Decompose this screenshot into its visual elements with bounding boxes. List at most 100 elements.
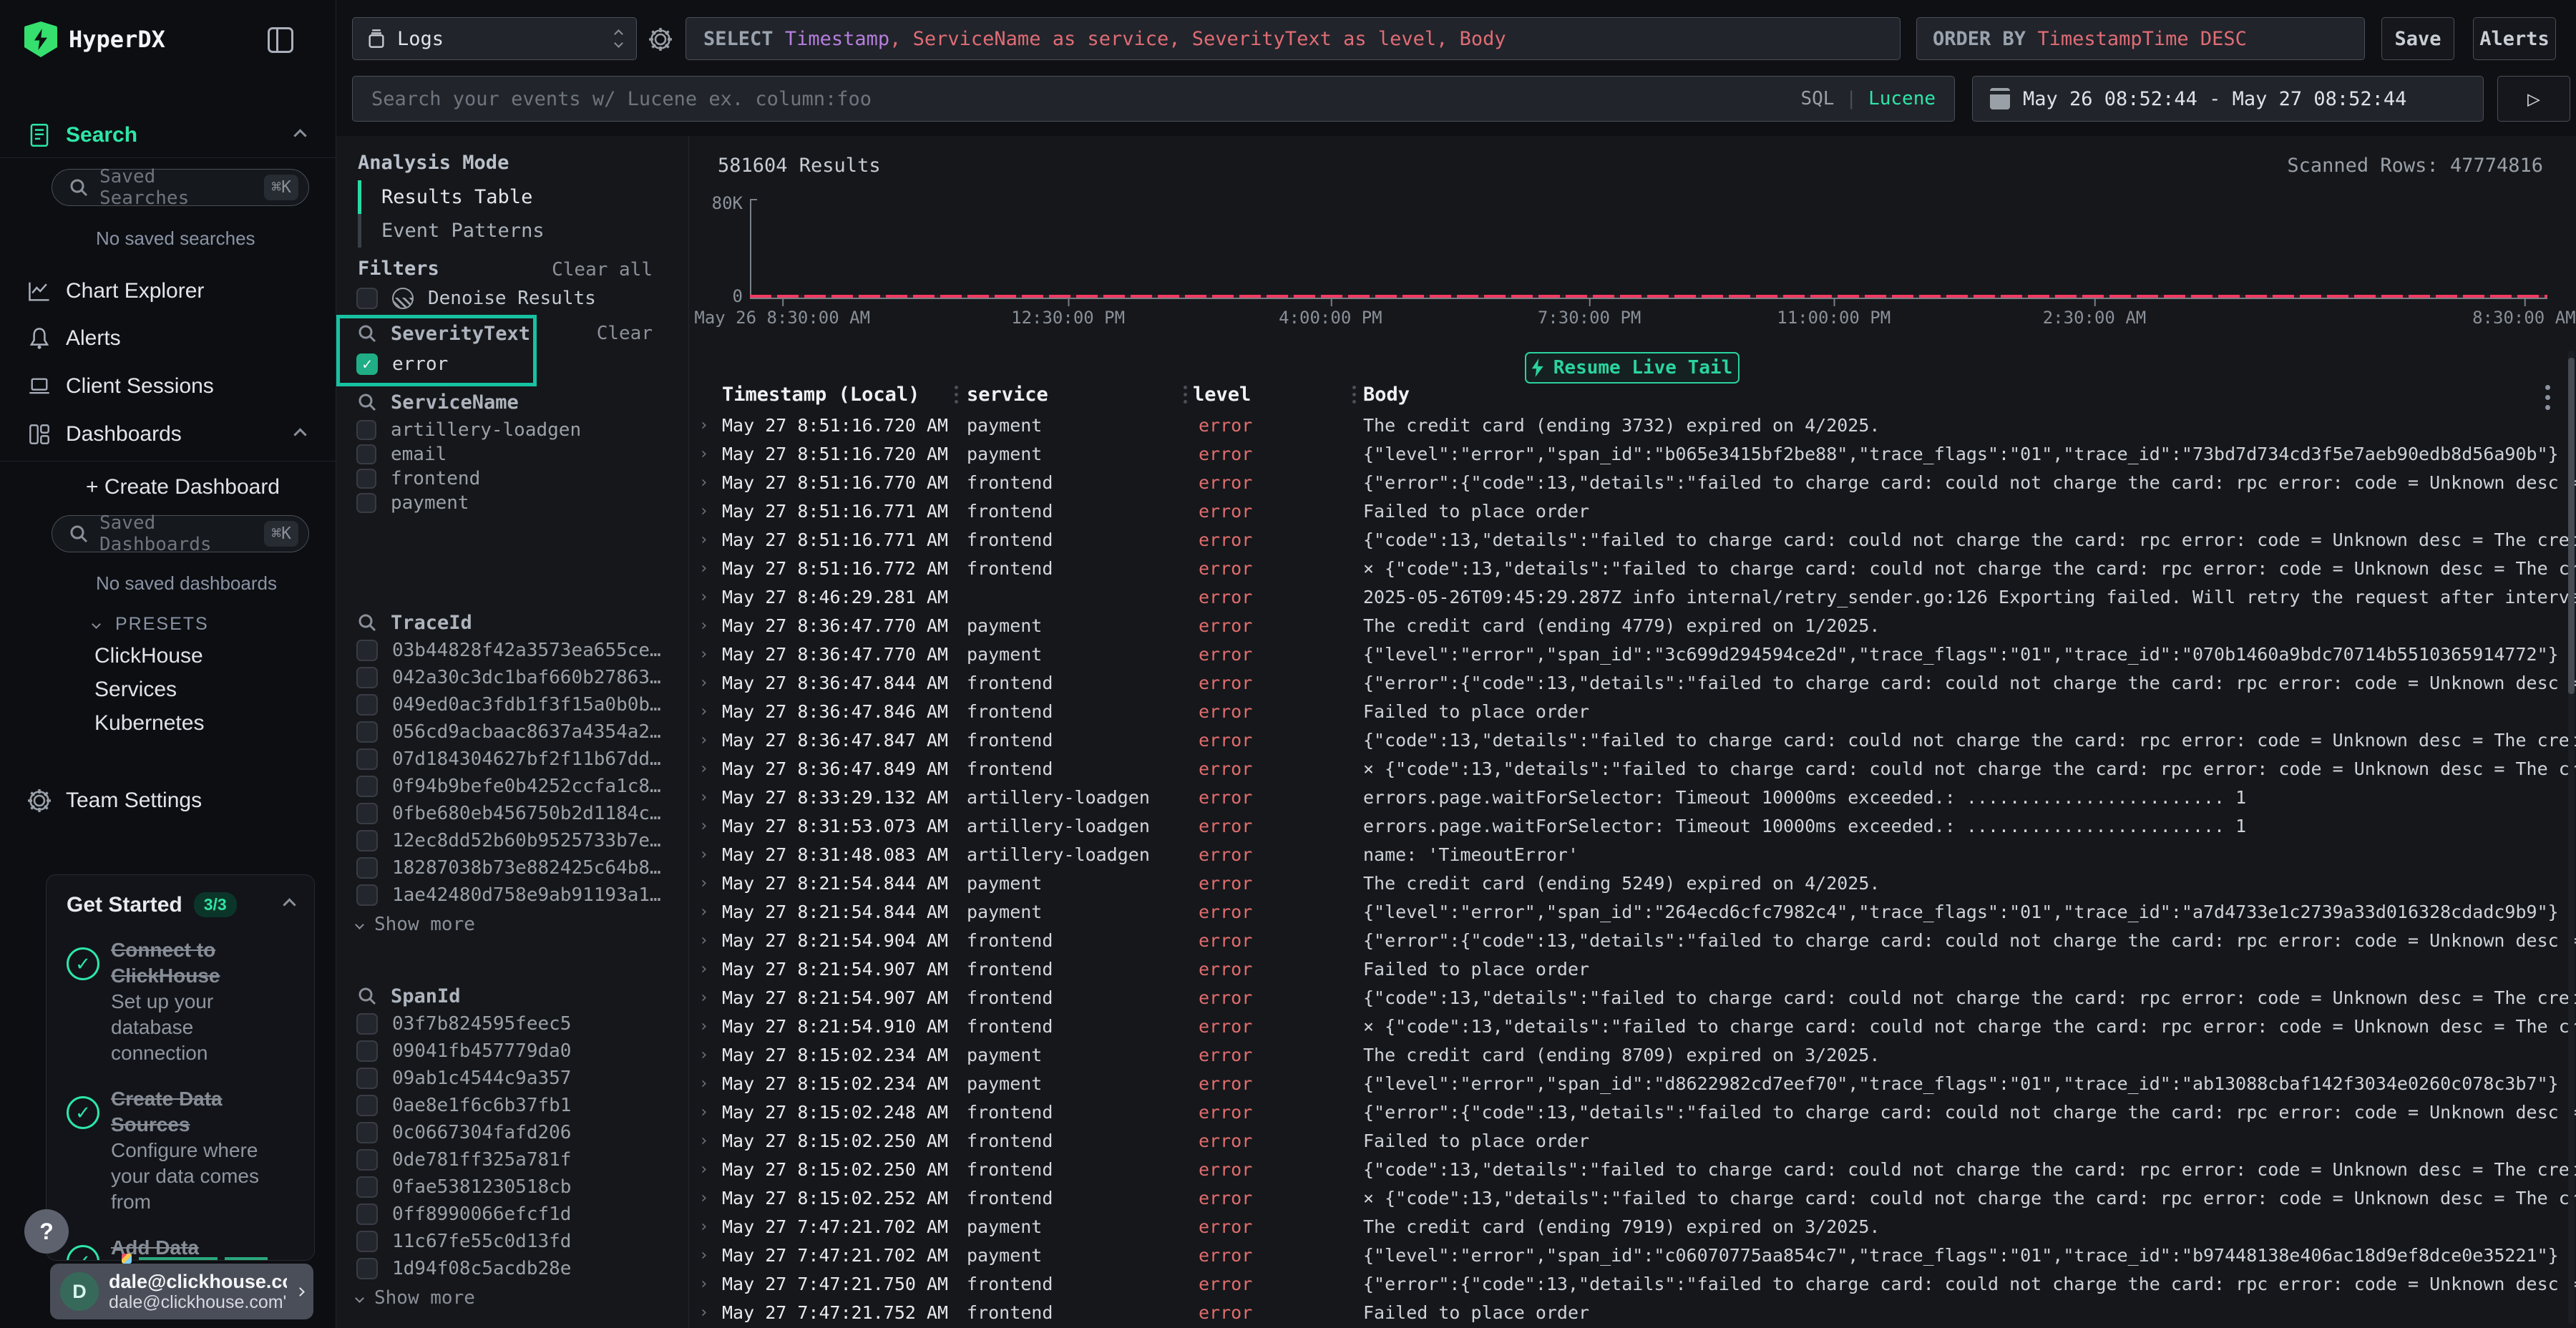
expand-row-chevron-icon[interactable]: ›: [699, 874, 722, 892]
expand-row-chevron-icon[interactable]: ›: [699, 1246, 722, 1264]
logo[interactable]: HyperDX: [24, 21, 165, 57]
sidebar-collapse-icon[interactable]: [268, 27, 293, 53]
denoise-checkbox[interactable]: [356, 288, 378, 309]
col-timestamp[interactable]: Timestamp (Local): [722, 384, 945, 406]
checkbox[interactable]: [356, 884, 378, 906]
chevron-up-icon[interactable]: [283, 898, 296, 911]
source-select[interactable]: Logs: [352, 17, 637, 60]
checkbox[interactable]: [356, 469, 376, 489]
table-row[interactable]: › May 27 8:36:47.844 AM frontend error {…: [689, 668, 2576, 697]
run-query-button[interactable]: ▷: [2497, 76, 2570, 122]
table-row[interactable]: › May 27 8:51:16.770 AM frontend error {…: [689, 468, 2576, 497]
lang-sql-toggle[interactable]: SQL: [1800, 88, 1834, 109]
table-options-kebab-icon[interactable]: [2545, 385, 2550, 410]
facet-option[interactable]: payment: [336, 491, 688, 515]
table-row[interactable]: › May 27 8:21:54.904 AM frontend error {…: [689, 926, 2576, 954]
table-row[interactable]: › May 27 8:15:02.234 AM payment error {"…: [689, 1069, 2576, 1098]
checkbox[interactable]: [356, 640, 378, 661]
table-row[interactable]: › May 27 8:36:47.847 AM frontend error {…: [689, 726, 2576, 754]
table-row[interactable]: › May 27 8:36:47.846 AM frontend error F…: [689, 697, 2576, 726]
expand-row-chevron-icon[interactable]: ›: [699, 760, 722, 778]
table-row[interactable]: › May 27 7:47:21.702 AM payment error Th…: [689, 1212, 2576, 1241]
expand-row-chevron-icon[interactable]: ›: [699, 731, 722, 749]
col-level[interactable]: level: [1193, 384, 1345, 406]
table-row[interactable]: › May 27 7:47:21.702 AM payment error {"…: [689, 1241, 2576, 1269]
facet-option[interactable]: 0ff8990066efcf1d: [336, 1201, 688, 1228]
checkbox[interactable]: [356, 1231, 378, 1252]
trace-show-more[interactable]: Show more: [336, 912, 688, 937]
column-resize-handle-icon[interactable]: [1345, 386, 1363, 404]
table-row[interactable]: › May 27 8:46:29.281 AM error 2025-05-26…: [689, 582, 2576, 611]
sidebar-item-team-settings[interactable]: Team Settings: [0, 784, 336, 817]
scrollbar-thumb[interactable]: [2568, 358, 2575, 694]
search-icon[interactable]: [356, 323, 378, 344]
column-resize-handle-icon[interactable]: [945, 386, 967, 404]
expand-row-chevron-icon[interactable]: ›: [699, 703, 722, 721]
expand-row-chevron-icon[interactable]: ›: [699, 1275, 722, 1293]
checkbox[interactable]: [356, 420, 376, 440]
facet-option[interactable]: 09ab1c4544c9a357: [336, 1065, 688, 1092]
facet-option[interactable]: 18287038b73e882425c64b8…: [336, 854, 688, 882]
sidebar-item-alerts[interactable]: Alerts: [0, 322, 336, 355]
expand-row-chevron-icon[interactable]: ›: [699, 1304, 722, 1322]
table-row[interactable]: › May 27 8:51:16.771 AM frontend error F…: [689, 497, 2576, 525]
preset-item[interactable]: Kubernetes: [94, 711, 204, 736]
checkbox[interactable]: [356, 830, 378, 851]
help-button[interactable]: ?: [24, 1209, 69, 1254]
expand-row-chevron-icon[interactable]: ›: [699, 989, 722, 1007]
expand-row-chevron-icon[interactable]: ›: [699, 1017, 722, 1035]
facet-option[interactable]: 03b44828f42a3573ea655ce…: [336, 637, 688, 664]
expand-row-chevron-icon[interactable]: ›: [699, 846, 722, 864]
checkbox[interactable]: [356, 1149, 378, 1171]
table-row[interactable]: › May 27 8:15:02.250 AM frontend error {…: [689, 1155, 2576, 1183]
checkbox[interactable]: [356, 857, 378, 879]
expand-row-chevron-icon[interactable]: ›: [699, 445, 722, 463]
checkbox[interactable]: [356, 1068, 378, 1089]
search-input[interactable]: Search your events w/ Lucene ex. column:…: [352, 76, 1955, 122]
facet-option[interactable]: 0fbe680eb456750b2d1184c…: [336, 800, 688, 827]
sidebar-item-dashboards[interactable]: Dashboards: [0, 418, 336, 451]
denoise-row[interactable]: Denoise Results: [336, 285, 688, 312]
checkbox[interactable]: [356, 1122, 378, 1143]
table-row[interactable]: › May 27 8:15:02.248 AM frontend error {…: [689, 1098, 2576, 1126]
expand-row-chevron-icon[interactable]: ›: [699, 960, 722, 978]
search-icon[interactable]: [356, 391, 378, 413]
column-resize-handle-icon[interactable]: [1177, 386, 1193, 404]
sidebar-item-client-sessions[interactable]: Client Sessions: [0, 370, 336, 403]
table-row[interactable]: › May 27 7:47:21.752 AM frontend error F…: [689, 1298, 2576, 1327]
date-range-picker[interactable]: May 26 08:52:44 - May 27 08:52:44: [1972, 76, 2484, 122]
table-row[interactable]: › May 27 8:51:16.771 AM frontend error {…: [689, 525, 2576, 554]
expand-row-chevron-icon[interactable]: ›: [699, 588, 722, 606]
facet-option[interactable]: 12ec8dd52b60b9525733b7e…: [336, 827, 688, 854]
checked-checkbox[interactable]: ✓: [356, 353, 378, 375]
expand-row-chevron-icon[interactable]: ›: [699, 932, 722, 949]
checkbox[interactable]: [356, 1040, 378, 1062]
orderby-clause-editor[interactable]: ORDER BY TimestampTime DESC: [1916, 17, 2365, 60]
select-clause-editor[interactable]: SELECT Timestamp , ServiceName as servic…: [686, 17, 1901, 60]
source-settings-gear-icon[interactable]: [648, 27, 673, 52]
table-row[interactable]: › May 27 8:33:29.132 AM artillery-loadge…: [689, 783, 2576, 811]
saved-searches-input[interactable]: Saved Searches ⌘K: [52, 169, 309, 206]
expand-row-chevron-icon[interactable]: ›: [699, 1046, 722, 1064]
expand-row-chevron-icon[interactable]: ›: [699, 502, 722, 520]
checkbox[interactable]: [356, 776, 378, 797]
preset-item[interactable]: ClickHouse: [94, 644, 203, 668]
expand-row-chevron-icon[interactable]: ›: [699, 617, 722, 635]
expand-row-chevron-icon[interactable]: ›: [699, 1189, 722, 1207]
table-row[interactable]: › May 27 8:31:48.083 AM artillery-loadge…: [689, 840, 2576, 869]
expand-row-chevron-icon[interactable]: ›: [699, 1075, 722, 1093]
table-row[interactable]: › May 27 8:15:02.234 AM payment error Th…: [689, 1040, 2576, 1069]
expand-row-chevron-icon[interactable]: ›: [699, 1103, 722, 1121]
severity-clear-button[interactable]: Clear: [597, 323, 653, 344]
facet-option[interactable]: email: [336, 442, 688, 467]
checkbox[interactable]: [356, 1013, 378, 1035]
alerts-button[interactable]: Alerts: [2473, 17, 2556, 60]
facet-option[interactable]: 0c0667304fafd206: [336, 1119, 688, 1146]
sidebar-item-search[interactable]: Search: [0, 119, 336, 152]
search-icon[interactable]: [356, 612, 378, 633]
preset-item[interactable]: Services: [94, 678, 177, 702]
table-row[interactable]: › May 27 8:21:54.844 AM payment error {"…: [689, 897, 2576, 926]
expand-row-chevron-icon[interactable]: ›: [699, 645, 722, 663]
checkbox[interactable]: [356, 694, 378, 716]
results-histogram[interactable]: 80K 0 May 26 8:30:00 AM12:30:00 PM4:00:0…: [689, 186, 2569, 326]
